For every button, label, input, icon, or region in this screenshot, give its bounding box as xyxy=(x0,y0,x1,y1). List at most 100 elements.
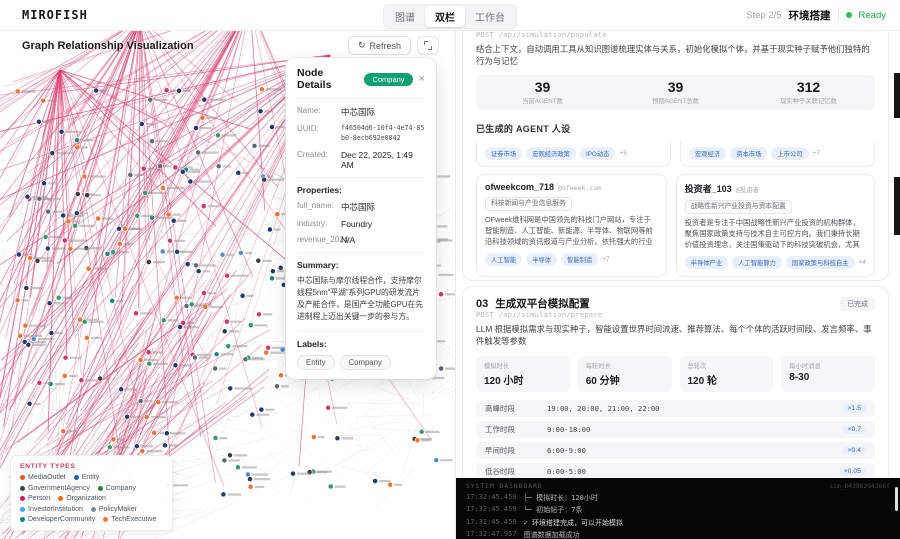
section03-header: 03 生成双平台模拟配置 已完成 xyxy=(476,296,875,311)
app-root: MIROFISH 图谱双栏工作台 Step 2/5 环境搭建 Ready Gra… xyxy=(0,0,900,539)
entity-color-dot xyxy=(103,517,108,522)
node-labels: EntityCompany xyxy=(297,355,425,370)
node-field-name: Name: 中芯国际 xyxy=(297,106,425,118)
log-line: 17:32:47.957 图谱数据加载成功 xyxy=(466,530,890,539)
entity-color-dot xyxy=(20,496,25,501)
entity-color-dot xyxy=(20,475,25,480)
topic-chip: 国家政策与科技自主 xyxy=(786,256,855,269)
stat-value: 39 xyxy=(609,79,742,95)
prepare-endpoint: POST /api/simulation/prepare xyxy=(476,311,875,319)
activity-time-rows: 高峰时段 19:00, 20:00, 21:00, 22:00 ×1.5 工作时… xyxy=(476,400,875,480)
stat-box: 39 预期AGENT总数 xyxy=(609,79,742,105)
prepare-description: LLM 根据模拟需求与现实种子，智能设置世界时间流速、推荐算法、每个个体的活跃时… xyxy=(476,324,875,348)
graph-actions: ↻ Refresh xyxy=(348,36,439,55)
terminal-log-lines: 17:32:45.459 ├─ 模拟时长：120小时 17:32:45.459 … xyxy=(466,493,890,539)
agent-card[interactable]: ofweekcom_718 @ofweek.com 科技新闻与产业信息服务 OF… xyxy=(476,174,667,277)
node-field-uuid: UUID: f46504d6-10f4-4e74-85b0-8ecb692e00… xyxy=(297,124,425,144)
legend-items: MediaOutlet Entity GovernmentAgency xyxy=(20,474,163,523)
legend-item: TechExecutive xyxy=(103,516,156,523)
more-chips-count: +5 xyxy=(619,150,626,157)
topic-chip: 人工智能算力 xyxy=(732,256,782,269)
entity-color-dot xyxy=(91,507,96,512)
entity-type-label: Company xyxy=(106,485,136,492)
activity-time-row: 高峰时段 19:00, 20:00, 21:00, 22:00 ×1.5 xyxy=(476,400,875,417)
log-message: ✓ 环境搭建完成，可以开始模拟 xyxy=(524,518,623,528)
time-period-value: 19:00, 20:00, 21:00, 22:00 xyxy=(547,404,843,413)
activity-multiplier-badge: ×1.5 xyxy=(843,404,866,413)
time-period-label: 工作时段 xyxy=(485,424,547,435)
agent-handle: @投资者 xyxy=(736,184,759,194)
system-log-terminal: SYSTEM DASHBOARD sim_b4386294366f 17:32:… xyxy=(456,478,900,539)
terminal-scrollbar[interactable] xyxy=(895,487,898,511)
divider xyxy=(297,177,425,178)
legend-item: Company xyxy=(98,485,136,492)
close-icon[interactable]: × xyxy=(419,74,425,85)
populate-endpoint: POST /api/simulation/populate xyxy=(476,31,875,39)
topic-chip: 证券市场 xyxy=(485,147,522,160)
view-mode-tab[interactable]: 图谱 xyxy=(385,6,425,27)
entity-color-dot xyxy=(20,507,25,512)
scrollbar-thumb[interactable] xyxy=(894,177,900,235)
fullscreen-button[interactable] xyxy=(417,36,439,55)
config-stats: 模拟时长 120 小时 每轮时长 60 分钟 总轮次 120 轮 每小 xyxy=(476,356,875,392)
agent-bio: OFweek维科网是中国领先的科技门户网站，专注于智能制造、人工智能、新能源、半… xyxy=(485,215,658,248)
time-period-value: 9:00-18:00 xyxy=(547,425,843,434)
agent-card[interactable]: 投资者_103 @投资者 战略性新兴产业投资与资本配置 投资者是专注于中国战略性… xyxy=(676,174,875,277)
divider xyxy=(838,9,839,21)
log-timestamp: 17:32:47.957 xyxy=(466,530,517,539)
properties-list: full_name: 中芯国际 industry: Foundry revenu… xyxy=(297,201,425,245)
scrollbar-thumb[interactable] xyxy=(894,73,900,118)
entity-type-label: DeveloperCommunity xyxy=(28,516,95,523)
node-label-pill: Company xyxy=(340,355,391,370)
activity-time-row: 工作时段 9:00-18:00 ×0.7 xyxy=(476,421,875,438)
time-period-value: 0:00-5:00 xyxy=(547,467,839,476)
app-logo: MIROFISH xyxy=(22,8,88,22)
node-details-title: Node Details xyxy=(297,67,358,91)
property-row: revenue_2024: N/A xyxy=(297,235,425,245)
fullscreen-icon xyxy=(424,41,432,50)
topic-chip: 资本市场 xyxy=(730,147,767,160)
entity-type-label: TechExecutive xyxy=(111,516,156,523)
config-stat-label: 每轮时长 xyxy=(586,361,664,370)
topic-chips: 宏观经济资本市场上市公司 xyxy=(689,147,809,160)
agent-handle: @ofweek.com xyxy=(558,184,601,192)
workflow-panel: POST /api/simulation/populate 结合上下文，自动调用… xyxy=(456,30,900,539)
agent-chips-row: 人工智能半导体智能制造 +7 xyxy=(485,253,658,266)
summary-heading: Summary: xyxy=(297,260,425,270)
log-line: 17:32:45.459 ├─ 模拟时长：120小时 xyxy=(466,493,890,503)
populate-stats: 39 当前AGENT数 39 预期AGENT总数 312 现实种子关联记忆数 xyxy=(476,75,875,110)
divider xyxy=(297,331,425,332)
step-indicator: Step 2/5 xyxy=(746,10,781,21)
stat-value: 312 xyxy=(742,79,875,95)
view-mode-tab[interactable]: 双栏 xyxy=(425,6,465,27)
section-title: 生成双平台模拟配置 xyxy=(495,296,833,311)
view-mode-tabs: 图谱双栏工作台 xyxy=(383,4,517,29)
agent-card-clipped[interactable]: 证券市场宏观经济政策IPO动态 +5 xyxy=(476,142,671,167)
refresh-label: Refresh xyxy=(369,41,401,51)
stat-box: 312 现实种子关联记忆数 xyxy=(742,79,875,105)
property-row: full_name: 中芯国际 xyxy=(297,201,425,213)
stat-label: 当前AGENT数 xyxy=(476,96,609,105)
agents-heading: 已生成的 AGENT 人设 xyxy=(476,122,875,135)
graph-header: Graph Relationship Visualization ↻ Refre… xyxy=(0,36,439,55)
entity-type-label: MediaOutlet xyxy=(28,474,66,481)
log-message: └─ 初始帖子：7条 xyxy=(524,505,583,515)
labels-heading: Labels: xyxy=(297,339,425,349)
time-period-label: 低谷时段 xyxy=(485,466,547,477)
entity-color-dot xyxy=(98,486,103,491)
refresh-button[interactable]: ↻ Refresh xyxy=(348,36,411,55)
legend-item: PolicyMaker xyxy=(91,506,137,513)
legend-item: Person xyxy=(20,495,50,502)
agent-bio: 投资者是专注于中国战略性新兴产业投资的机构群体，聚焦国家政策支持与技术自主可控方… xyxy=(685,218,866,251)
topic-chip: 宏观经济 xyxy=(689,147,726,160)
view-mode-tab[interactable]: 工作台 xyxy=(465,6,515,27)
populate-section-card: POST /api/simulation/populate 结合上下文，自动调用… xyxy=(462,30,889,281)
config-stat-box: 每小时消息 8-30 xyxy=(781,356,875,392)
agent-card-clipped[interactable]: 宏观经济资本市场上市公司 +7 xyxy=(680,142,875,167)
legend-item: DeveloperCommunity xyxy=(20,516,95,523)
activity-time-row: 低谷时段 0:00-5:00 ×0.05 xyxy=(476,463,875,480)
legend-item: Organization xyxy=(58,495,106,502)
node-details-card: Node Details Company × Name: 中芯国际 UUID: … xyxy=(286,58,436,379)
node-field-created: Created: Dec 22, 2025, 1:49 AM xyxy=(297,150,425,170)
agent-role-tag: 战略性新兴产业投资与资本配置 xyxy=(685,200,792,214)
